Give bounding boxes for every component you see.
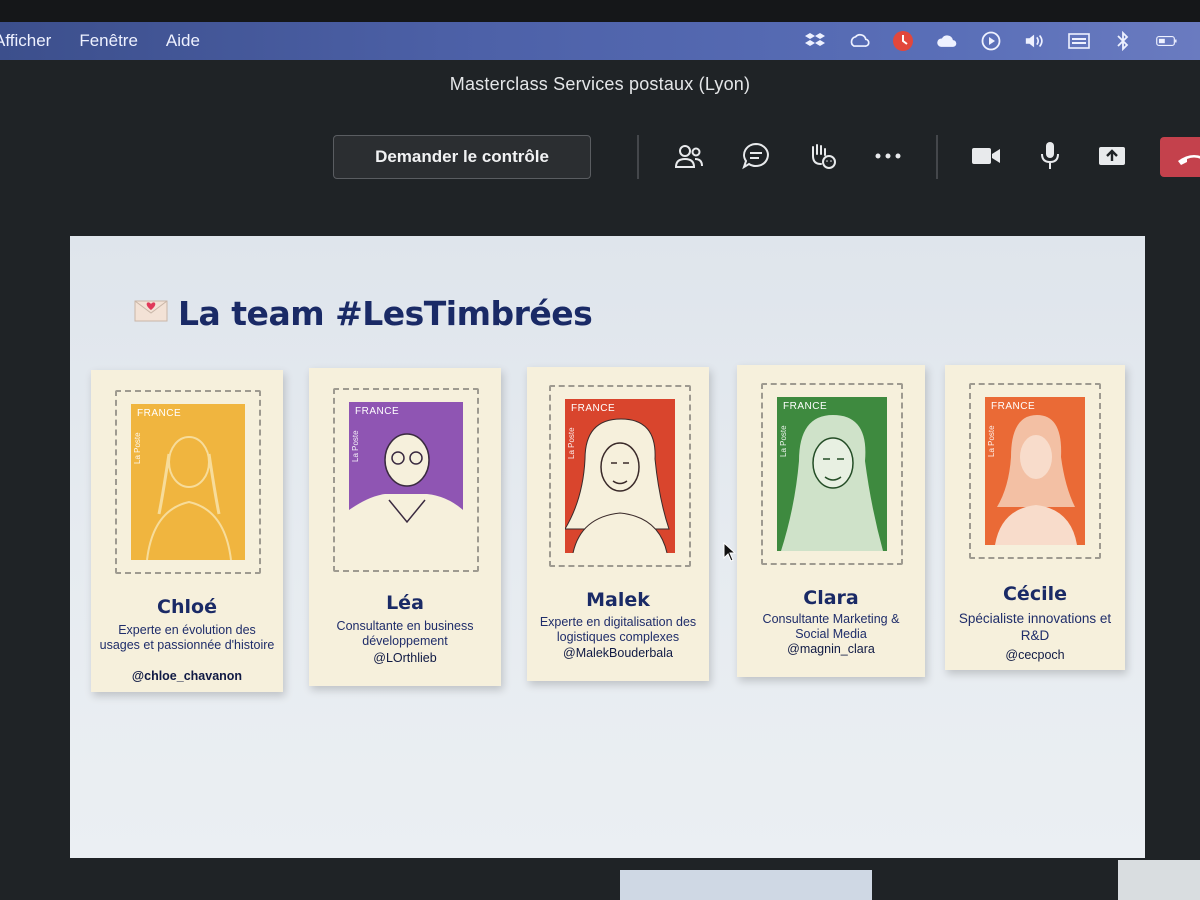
more-options-icon[interactable]: [872, 141, 904, 171]
clock-icon[interactable]: [892, 31, 914, 51]
microphone-icon[interactable]: [1034, 141, 1066, 171]
participants-icon[interactable]: [673, 141, 705, 171]
battery-icon[interactable]: [1156, 31, 1178, 51]
mac-menu-bar: Afficher Fenêtre Aide: [0, 22, 1200, 60]
hang-up-button[interactable]: [1160, 137, 1200, 177]
stamp: FRANCE La Poste: [761, 383, 903, 565]
stamp-country: FRANCE: [991, 401, 1036, 412]
card-handle: @MalekBouderbala: [563, 646, 673, 660]
card-handle: @chloe_chavanon: [131, 669, 243, 683]
stamp-portrait: FRANCE La Poste: [985, 397, 1085, 545]
stamp-poste: La Poste: [987, 425, 996, 457]
team-card-lea: FRANCE La Poste Léa Consultante en busin…: [309, 368, 501, 686]
stamp: FRANCE La Poste: [549, 385, 691, 567]
team-card-cecile: FRANCE La Poste Cécile Spécialiste innov…: [945, 365, 1125, 670]
card-name: Clara: [803, 587, 859, 609]
stamp-poste: La Poste: [133, 432, 142, 464]
team-card-clara: FRANCE La Poste Clara Consultante Market…: [737, 365, 925, 677]
screen-bezel-top: [0, 0, 1200, 22]
desk-object: [1118, 860, 1200, 900]
status-tray: [804, 22, 1178, 60]
team-card-malek: FRANCE La Poste Malek Experte en digital…: [527, 367, 737, 681]
play-icon[interactable]: [980, 31, 1002, 51]
shared-slide: La team #LesTimbrées FRANCE La Poste Chl…: [70, 236, 1145, 858]
bluetooth-icon[interactable]: [1112, 31, 1134, 51]
menu-afficher[interactable]: Afficher: [0, 31, 65, 51]
card-description: Consultante Marketing & Social Media: [762, 612, 900, 641]
share-screen-icon[interactable]: [1096, 141, 1128, 171]
card-handle: @magnin_clara: [787, 642, 875, 656]
stamp-portrait: FRANCE La Poste: [349, 402, 463, 558]
stamp: FRANCE La Poste: [115, 390, 261, 574]
stamp-portrait: FRANCE La Poste: [777, 397, 887, 551]
stamp: FRANCE La Poste: [969, 383, 1101, 559]
card-description: Experte en évolution des usages et passi…: [99, 623, 275, 652]
card-name: Cécile: [1002, 583, 1067, 605]
stamp: FRANCE La Poste: [333, 388, 479, 572]
toolbar-divider: [936, 135, 938, 179]
stamp-poste: La Poste: [351, 430, 360, 462]
card-description: Experte en digitalisation des logistique…: [539, 615, 697, 644]
card-name: Léa: [386, 592, 424, 614]
stamp-background: [131, 404, 245, 560]
stamp-country: FRANCE: [137, 408, 182, 419]
card-handle: @cecpoch: [1005, 648, 1065, 662]
stamp-portrait: FRANCE La Poste: [565, 399, 675, 553]
camera-icon[interactable]: [970, 141, 1002, 171]
stamp-country: FRANCE: [571, 403, 616, 414]
keyboard-icon[interactable]: [1068, 31, 1090, 51]
request-control-button[interactable]: Demander le contrôle: [333, 135, 591, 179]
card-name: Chloé: [157, 596, 217, 618]
love-letter-icon: [134, 298, 168, 329]
meeting-title: Masterclass Services postaux (Lyon): [449, 74, 751, 94]
menu-aide[interactable]: Aide: [152, 31, 214, 51]
cloud-icon[interactable]: [936, 31, 958, 51]
toolbar-divider: [637, 135, 639, 179]
dropbox-icon[interactable]: [804, 31, 826, 51]
card-description: Consultante en business développement: [336, 619, 474, 648]
raise-hand-icon[interactable]: [806, 141, 838, 171]
slide-title: La team #LesTimbrées: [178, 294, 593, 333]
mouse-cursor-icon: [723, 541, 737, 567]
stamp-country: FRANCE: [355, 406, 400, 417]
card-description: Spécialiste innovations et R&D: [958, 611, 1112, 643]
stamp-portrait: FRANCE La Poste: [131, 404, 245, 560]
card-name: Malek: [586, 589, 650, 611]
card-handle: @LOrthlieb: [373, 651, 437, 665]
video-thumbnail[interactable]: [620, 870, 872, 900]
stamp-poste: La Poste: [567, 427, 576, 459]
stamp-poste: La Poste: [779, 425, 788, 457]
stamp-country: FRANCE: [783, 401, 828, 412]
meeting-toolbar: Demander le contrôle: [0, 133, 1200, 181]
creative-cloud-icon[interactable]: [848, 31, 870, 51]
volume-icon[interactable]: [1024, 31, 1046, 51]
chat-icon[interactable]: [740, 141, 772, 171]
team-card-chloe: FRANCE La Poste Chloé Experte en évoluti…: [91, 370, 283, 692]
menu-fenetre[interactable]: Fenêtre: [65, 31, 152, 51]
